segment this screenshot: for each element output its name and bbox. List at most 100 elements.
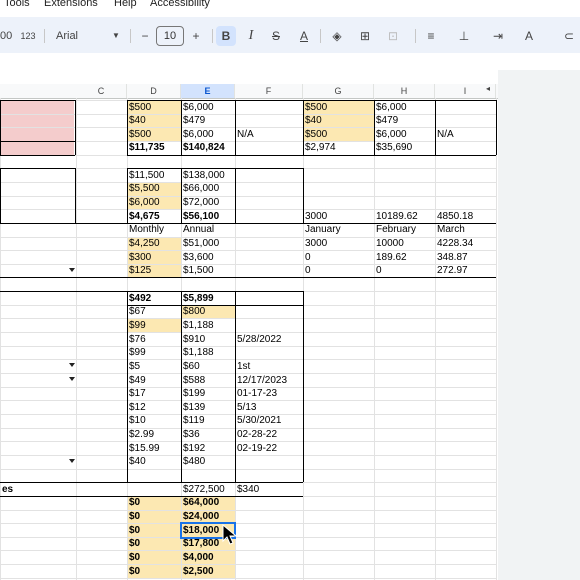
column-header-d[interactable]: D	[127, 84, 181, 98]
cell-i-10[interactable]: 4228.34	[437, 237, 473, 250]
cell-e-16[interactable]: $1,188	[183, 319, 214, 332]
cell-d-24[interactable]: $2.99	[129, 428, 154, 441]
note-indicator-icon[interactable]	[69, 458, 75, 463]
cell-f-19[interactable]: 1st	[237, 360, 250, 373]
cell-g-10[interactable]: 3000	[305, 237, 327, 250]
cell-d-7[interactable]: $6,000	[129, 196, 160, 209]
cell-e-20[interactable]: $588	[183, 374, 205, 387]
cell-e-21[interactable]: $199	[183, 387, 205, 400]
cell-f-17[interactable]: 5/28/2022	[237, 333, 282, 346]
cell-e-9[interactable]: Annual	[183, 223, 214, 236]
cell-f-21[interactable]: 01-17-23	[237, 387, 277, 400]
cell-e-15[interactable]: $800	[183, 305, 205, 318]
cell-d-18[interactable]: $99	[129, 346, 146, 359]
strikethrough-icon[interactable]: S	[266, 26, 286, 46]
menu-accessibility[interactable]: Accessibility	[150, 0, 210, 9]
cell-d-8[interactable]: $4,675	[129, 210, 160, 223]
cell-d-20[interactable]: $49	[129, 374, 146, 387]
cell-h-12[interactable]: 0	[376, 264, 382, 277]
cell-f-23[interactable]: 5/30/2021	[237, 414, 282, 427]
cell-g-11[interactable]: 0	[305, 251, 311, 264]
cell-e-1[interactable]: $479	[183, 114, 205, 127]
note-indicator-icon[interactable]	[69, 267, 75, 272]
cell-e-7[interactable]: $72,000	[183, 196, 219, 209]
cell-g-8[interactable]: 3000	[305, 210, 327, 223]
cell-d-16[interactable]: $99	[129, 319, 146, 332]
cell-i-9[interactable]: March	[437, 223, 465, 236]
column-header-g[interactable]: G	[303, 84, 374, 98]
cell-d-3[interactable]: $11,735	[129, 141, 165, 154]
cell-f-28[interactable]: $340	[237, 483, 259, 496]
link-icon[interactable]: ⊂	[559, 26, 579, 46]
cell-e-19[interactable]: $60	[183, 360, 200, 373]
cell-d-31[interactable]: $0	[129, 524, 140, 537]
cell-d-5[interactable]: $11,500	[129, 169, 164, 182]
cell-e-2[interactable]: $6,000	[183, 128, 214, 141]
cell-d-19[interactable]: $5	[129, 360, 140, 373]
cell-i-12[interactable]: 272.97	[437, 264, 468, 277]
cell-d-34[interactable]: $0	[129, 565, 140, 578]
text-wrap-icon[interactable]: ⇥	[488, 26, 508, 46]
cell-e-10[interactable]: $51,000	[183, 237, 219, 250]
cell-d-17[interactable]: $76	[129, 333, 146, 346]
cell-h-11[interactable]: 189.62	[376, 251, 407, 264]
spreadsheet-grid[interactable]: C D E F G H I ◂ $500 $6,000 $500 $6,000 $40 $…	[0, 70, 498, 580]
cell-d-26[interactable]: $40	[129, 455, 146, 468]
cell-e-33[interactable]: $4,000	[183, 551, 214, 564]
cell-i-11[interactable]: 348.87	[437, 251, 468, 264]
cell-e-5[interactable]: $138,000	[183, 169, 225, 182]
cell-e-34[interactable]: $2,500	[183, 565, 214, 578]
menu-tools[interactable]: Tools	[4, 0, 30, 9]
cell-d-9[interactable]: Monthly	[129, 223, 164, 236]
cell-e-17[interactable]: $910	[183, 333, 205, 346]
cell-e-28[interactable]: $272,500	[183, 483, 225, 496]
cell-d-32[interactable]: $0	[129, 537, 140, 550]
cell-e-14[interactable]: $5,899	[183, 292, 214, 305]
cell-d-15[interactable]: $67	[129, 305, 146, 318]
font-dropdown-icon[interactable]: ▼	[106, 26, 126, 46]
cell-d-11[interactable]: $300	[129, 251, 151, 264]
cell-e-23[interactable]: $119	[183, 414, 205, 427]
cell-h-1[interactable]: $479	[376, 114, 398, 127]
cell-d-29[interactable]: $0	[129, 496, 140, 509]
increase-font-size-icon[interactable]: +	[186, 26, 206, 46]
cell-h-3[interactable]: $35,690	[376, 141, 412, 154]
note-indicator-icon[interactable]	[69, 363, 75, 368]
number-format-button[interactable]: 123	[18, 27, 38, 45]
cell-g-3[interactable]: $2,974	[305, 141, 336, 154]
cell-f-2[interactable]: N/A	[237, 128, 254, 141]
vertical-align-icon[interactable]: ⊥	[454, 26, 474, 46]
cell-d-22[interactable]: $12	[129, 401, 146, 414]
cell-e-29[interactable]: $64,000	[183, 496, 219, 509]
cell-d-10[interactable]: $4,250	[129, 237, 160, 250]
cell-f-22[interactable]: 5/13	[237, 401, 256, 414]
font-size-field[interactable]: 10	[156, 26, 184, 46]
cell-g-2[interactable]: $500	[305, 128, 327, 141]
cell-d-6[interactable]: $5,500	[129, 182, 160, 195]
cell-g-12[interactable]: 0	[305, 264, 311, 277]
cell-d-1[interactable]: $40	[129, 114, 146, 127]
cell-e-24[interactable]: $36	[183, 428, 200, 441]
menu-help[interactable]: Help	[114, 0, 137, 9]
merge-cells-icon[interactable]: ⊡	[383, 26, 403, 46]
cell-e-11[interactable]: $3,600	[183, 251, 214, 264]
decrease-font-size-icon[interactable]: −	[135, 26, 155, 46]
cell-e-18[interactable]: $1,188	[183, 346, 214, 359]
cell-d-12[interactable]: $125	[129, 264, 151, 277]
cell-h-8[interactable]: 10189.62	[376, 210, 418, 223]
cell-e-12[interactable]: $1,500	[183, 264, 214, 277]
cell-h-2[interactable]: $6,000	[376, 128, 407, 141]
cell-g-1[interactable]: $40	[305, 114, 322, 127]
borders-icon[interactable]: ⊞	[355, 26, 375, 46]
scroll-left-icon[interactable]: ◂	[486, 84, 490, 93]
font-select[interactable]: Arial	[56, 27, 96, 45]
cell-d-33[interactable]: $0	[129, 551, 140, 564]
cell-d-23[interactable]: $10	[129, 414, 146, 427]
cell-d-21[interactable]: $17	[129, 387, 146, 400]
cell-e-0[interactable]: $6,000	[183, 101, 214, 114]
cell-h-10[interactable]: 10000	[376, 237, 404, 250]
column-header-c[interactable]: C	[76, 84, 127, 98]
bold-icon[interactable]: B	[216, 26, 236, 46]
cell-e-3[interactable]: $140,824	[183, 141, 225, 154]
cell-h-9[interactable]: February	[376, 223, 416, 236]
